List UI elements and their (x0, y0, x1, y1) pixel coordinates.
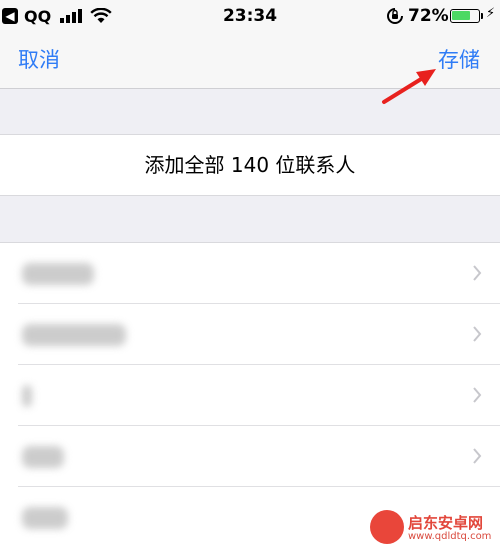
chevron-right-icon (473, 448, 482, 464)
add-all-contacts-label: 添加全部 140 位联系人 (144, 153, 356, 177)
blurred-contact-name (22, 324, 126, 346)
watermark-title: 启东安卓网 (408, 514, 484, 532)
battery-icon (450, 9, 480, 23)
blurred-contact-name (22, 385, 32, 407)
orientation-lock-icon (387, 8, 403, 24)
cancel-button[interactable]: 取消 (18, 44, 60, 74)
watermark-url: www.qdldtq.com (408, 531, 492, 542)
status-bar: ◀ QQ 23:34 72% ⚡ (0, 0, 500, 34)
save-button[interactable]: 存储 (438, 44, 480, 74)
chevron-right-icon (473, 326, 482, 342)
contact-list (0, 242, 500, 550)
charging-bolt-icon: ⚡ (486, 6, 496, 21)
blurred-contact-name (22, 263, 94, 285)
add-all-contacts-cell[interactable]: 添加全部 140 位联系人 (0, 134, 500, 196)
annotation-arrow-icon (382, 69, 436, 104)
battery-level-fill (452, 11, 470, 20)
list-item[interactable] (18, 426, 500, 487)
watermark-logo-icon (370, 510, 404, 544)
watermark: 启东安卓网 www.qdldtq.com (370, 510, 498, 546)
battery-percent: 72% (408, 6, 449, 26)
list-item[interactable] (18, 243, 500, 304)
list-item[interactable] (18, 304, 500, 365)
chevron-right-icon (473, 265, 482, 281)
battery-nub (481, 13, 483, 19)
blurred-contact-name (22, 507, 68, 529)
list-item[interactable] (18, 365, 500, 426)
chevron-right-icon (473, 387, 482, 403)
blurred-contact-name (22, 446, 64, 468)
